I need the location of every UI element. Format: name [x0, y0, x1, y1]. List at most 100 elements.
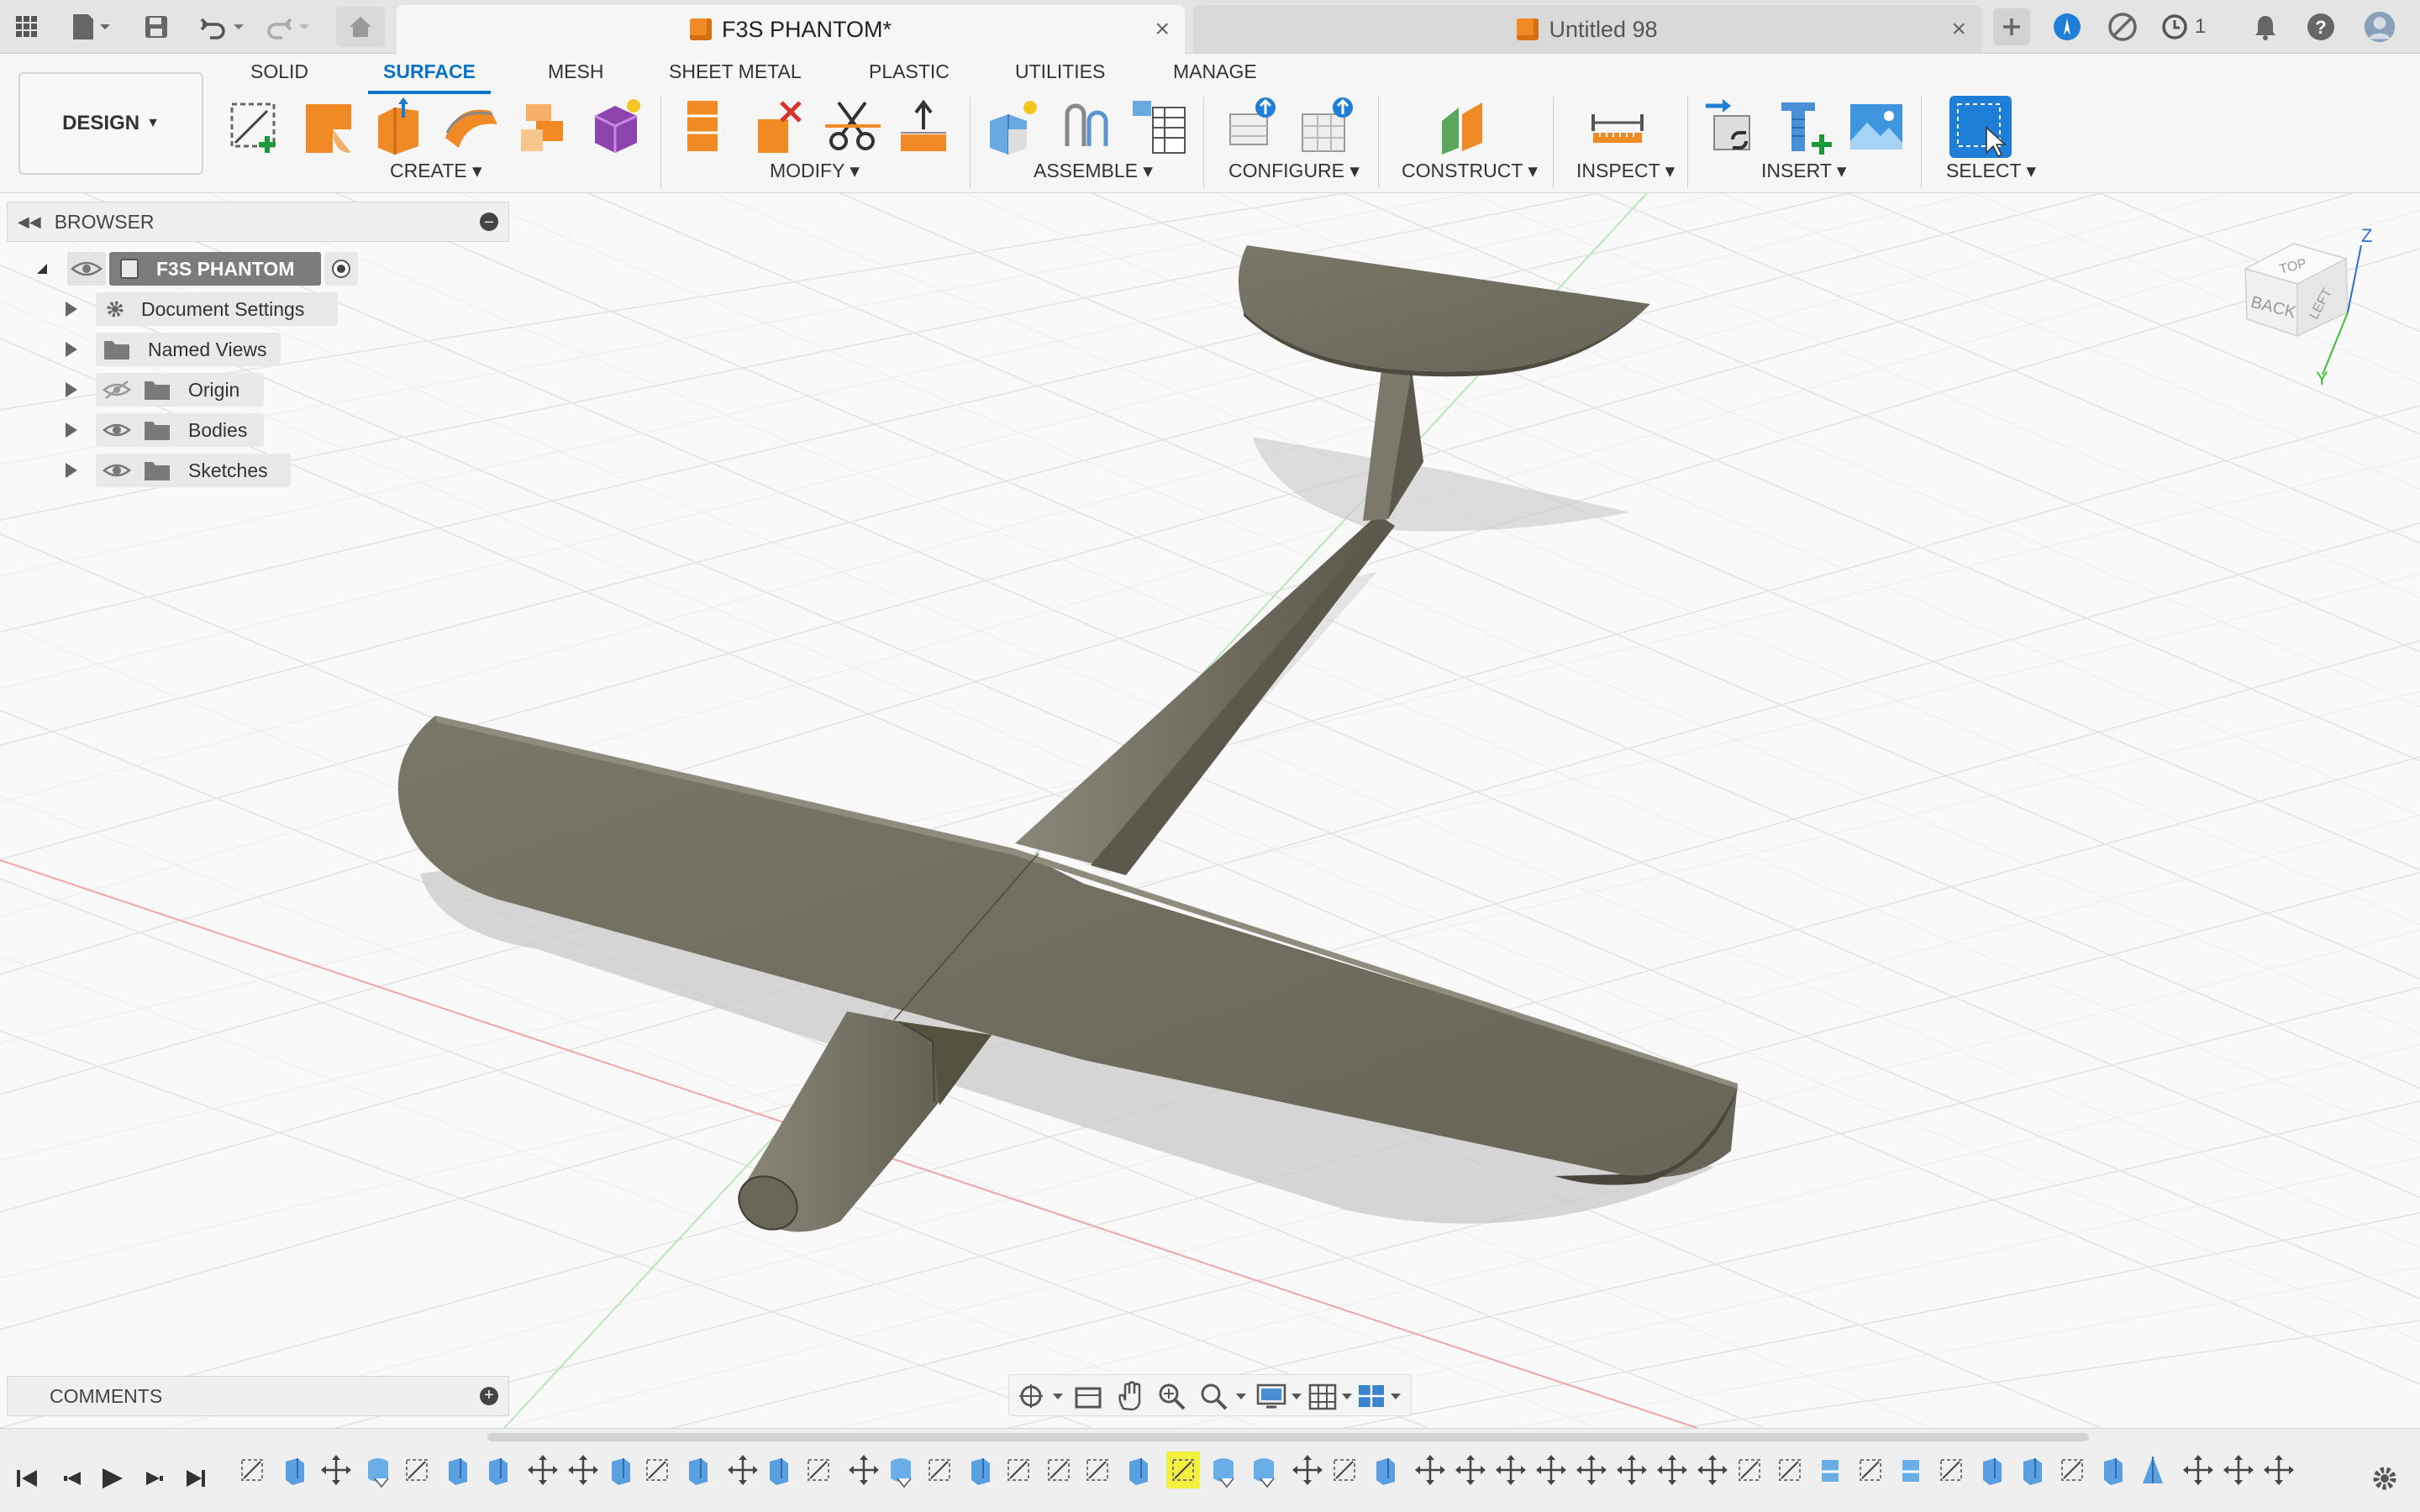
timeline-features[interactable]	[239, 1450, 2356, 1490]
patch-icon[interactable]	[585, 96, 647, 158]
tab-mesh[interactable]: MESH	[548, 60, 603, 83]
collapsed-triangle-icon[interactable]	[66, 463, 77, 478]
collapsed-triangle-icon[interactable]	[66, 342, 77, 357]
close-tab-icon[interactable]: ×	[1155, 15, 1170, 44]
timeline-move-icon	[1655, 1453, 1689, 1487]
minimize-browser-icon[interactable]: –	[480, 213, 498, 231]
fit-icon[interactable]	[1199, 1382, 1249, 1410]
offset-surface-icon[interactable]	[892, 96, 955, 158]
untrim-icon[interactable]	[748, 96, 810, 158]
construct-group-label[interactable]: CONSTRUCT ▾	[1402, 160, 1538, 182]
hidden-eye-icon[interactable]	[101, 380, 133, 400]
insert-derive-icon[interactable]	[1702, 96, 1765, 158]
timeline-move-icon	[1454, 1453, 1487, 1487]
save-icon[interactable]	[139, 8, 173, 45]
comments-title: COMMENTS	[50, 1384, 163, 1407]
select-icon[interactable]	[1949, 96, 2012, 158]
inspect-group-label[interactable]: INSPECT ▾	[1576, 160, 1675, 182]
look-at-icon[interactable]	[1073, 1382, 1103, 1410]
collapse-browser-icon[interactable]: ◀◀	[18, 213, 41, 231]
design-cube-icon	[1517, 18, 1539, 40]
configuration-table-icon[interactable]	[1297, 96, 1360, 158]
viewports-icon[interactable]	[1357, 1382, 1407, 1410]
toolbar-ribbon: DESIGN ▼ SOLID SURFACE MESH SHEET METAL …	[0, 54, 2420, 193]
sweep-icon[interactable]	[440, 96, 502, 158]
undo-icon[interactable]	[198, 8, 249, 45]
home-icon[interactable]	[336, 7, 385, 47]
root-component-label[interactable]: F3S PHANTOM	[109, 252, 321, 286]
tail-boom	[1015, 514, 1386, 872]
loft-icon[interactable]	[514, 96, 576, 158]
workspace-switcher-button[interactable]: DESIGN ▼	[18, 72, 203, 175]
timeline-sketch-icon	[1048, 1459, 1070, 1481]
extrude-icon[interactable]	[299, 96, 361, 158]
visibility-eye-icon[interactable]	[101, 420, 133, 440]
last-step-icon[interactable]	[187, 1470, 205, 1487]
timeline-sketch-icon	[241, 1459, 263, 1481]
insert-group-label[interactable]: INSERT ▾	[1761, 160, 1846, 182]
next-step-icon[interactable]	[146, 1472, 163, 1485]
notifications-bell-icon[interactable]	[2249, 10, 2282, 44]
assemble-group-label[interactable]: ASSEMBLE ▾	[1034, 160, 1153, 182]
timeline-move-icon	[319, 1453, 353, 1487]
comments-panel-header[interactable]: COMMENTS +	[7, 1376, 509, 1416]
job-status[interactable]: 1	[2161, 10, 2228, 44]
visibility-eye-icon[interactable]	[101, 460, 133, 480]
collapsed-triangle-icon[interactable]	[66, 382, 77, 397]
help-icon[interactable]: ?	[2304, 10, 2338, 44]
tab-utilities[interactable]: UTILITIES	[1015, 60, 1105, 83]
timeline-sketch-icon	[1779, 1459, 1801, 1481]
expanded-triangle-icon[interactable]	[35, 262, 49, 276]
tab-f3s-phantom[interactable]: F3S PHANTOM* ×	[397, 5, 1185, 54]
split-scissors-icon[interactable]	[822, 96, 884, 158]
modify-group-label[interactable]: MODIFY ▾	[770, 160, 860, 182]
tab-sheet-metal[interactable]: SHEET METAL	[669, 60, 802, 83]
tab-plastic[interactable]: PLASTIC	[869, 60, 950, 83]
offline-status-icon[interactable]	[2106, 10, 2139, 44]
collapsed-triangle-icon[interactable]	[66, 423, 77, 438]
expand-comments-icon[interactable]: +	[480, 1387, 498, 1405]
activate-radio-icon[interactable]	[324, 252, 358, 286]
select-group-label[interactable]: SELECT ▾	[1946, 160, 2036, 182]
revolve-extrude-icon[interactable]	[370, 96, 432, 158]
trim-icon[interactable]	[676, 96, 738, 158]
file-menu-icon[interactable]	[66, 8, 116, 45]
create-group-label[interactable]: CREATE ▾	[390, 160, 482, 182]
create-sketch-icon[interactable]	[225, 96, 287, 158]
3d-viewport[interactable]: TOP BACK LEFT Z Y	[0, 193, 2420, 1428]
display-settings-icon[interactable]	[1256, 1382, 1307, 1410]
view-cube[interactable]: TOP BACK LEFT Z Y	[2235, 218, 2386, 386]
timeline-settings-gear-icon[interactable]	[2368, 1462, 2402, 1495]
configure-group-label[interactable]: CONFIGURE ▾	[1228, 160, 1360, 182]
pan-hand-icon[interactable]	[1115, 1380, 1145, 1412]
timeline-move-icon	[726, 1453, 760, 1487]
new-tab-icon[interactable]	[1993, 8, 2030, 45]
tab-untitled-98[interactable]: Untitled 98 ×	[1193, 5, 1981, 54]
tab-solid[interactable]: SOLID	[250, 60, 308, 83]
redo-icon[interactable]	[264, 8, 314, 45]
orbit-icon[interactable]	[1016, 1382, 1066, 1410]
zoom-icon[interactable]	[1157, 1382, 1187, 1410]
configure-design-icon[interactable]	[1225, 96, 1287, 158]
first-step-icon[interactable]	[17, 1470, 37, 1487]
extensions-icon[interactable]	[2050, 10, 2084, 44]
play-icon[interactable]	[103, 1468, 123, 1488]
tab-surface[interactable]: SURFACE	[368, 60, 491, 94]
offset-plane-icon[interactable]	[1434, 96, 1496, 158]
previous-step-icon[interactable]	[64, 1472, 81, 1485]
collapsed-triangle-icon[interactable]	[66, 302, 77, 317]
model-canvas[interactable]	[0, 193, 2420, 1428]
timeline-scrollbar[interactable]	[487, 1433, 2089, 1441]
close-tab-icon[interactable]: ×	[1951, 15, 1966, 44]
visibility-eye-icon[interactable]	[67, 252, 106, 286]
grid-settings-icon[interactable]	[1308, 1382, 1359, 1410]
measure-icon[interactable]	[1586, 96, 1649, 158]
tab-manage[interactable]: MANAGE	[1173, 60, 1257, 83]
new-component-icon[interactable]	[983, 96, 1045, 158]
bill-of-materials-icon[interactable]	[1128, 96, 1190, 158]
app-grid-icon[interactable]	[10, 8, 44, 45]
insert-mcmaster-icon[interactable]	[1775, 96, 1837, 158]
canvas-image-icon[interactable]	[1845, 96, 1907, 158]
user-avatar-icon[interactable]	[2363, 10, 2396, 44]
joint-icon[interactable]	[1055, 96, 1118, 158]
